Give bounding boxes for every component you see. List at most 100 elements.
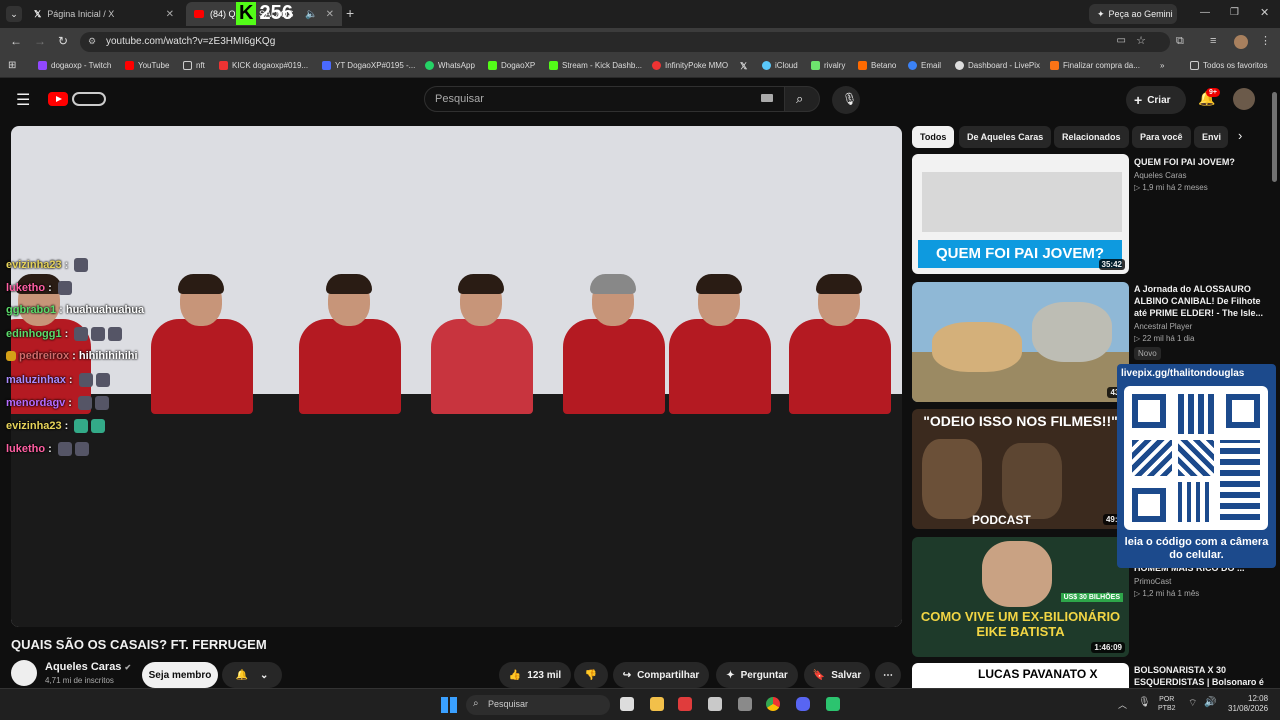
hamburger-menu-icon[interactable]: ☰: [16, 90, 30, 110]
sidebar-video-info[interactable]: A Jornada do ALOSSAURO ALBINO CANIBAL! D…: [1134, 283, 1264, 361]
chip-for-you[interactable]: Para você: [1132, 126, 1191, 148]
minimize-icon[interactable]: —: [1200, 7, 1210, 18]
keyboard-icon[interactable]: [761, 94, 773, 102]
reload-icon[interactable]: ↻: [58, 34, 68, 48]
bookmark-item[interactable]: InfinityPoke MMO: [652, 61, 728, 70]
profile-avatar[interactable]: [1234, 35, 1248, 49]
search-button[interactable]: ⌕: [784, 86, 820, 112]
chip-channel[interactable]: De Aqueles Caras: [959, 126, 1052, 148]
scrollbar-thumb[interactable]: [1272, 92, 1277, 182]
bookmark-item[interactable]: KICK dogaoxp#019...: [219, 61, 308, 70]
like-button[interactable]: 👍 123 mil: [499, 662, 571, 688]
taskbar-search[interactable]: ⌕ Pesquisar: [466, 695, 610, 715]
x-logo-icon: 𝕏: [34, 8, 42, 19]
bookmark-item[interactable]: dogaoxp - Twitch: [38, 61, 111, 70]
file-explorer-icon[interactable]: [650, 697, 664, 711]
chip-related[interactable]: Relacionados: [1054, 126, 1129, 148]
save-button[interactable]: 🔖 Salvar: [804, 662, 870, 688]
wifi-icon[interactable]: ⌔: [1188, 697, 1197, 710]
sidebar-video-thumbnail[interactable]: 43:: [912, 282, 1129, 402]
close-window-icon[interactable]: ✕: [1260, 6, 1269, 19]
search-input[interactable]: Pesquisar: [424, 86, 786, 112]
account-avatar[interactable]: [1233, 88, 1255, 110]
sidebar-video-info[interactable]: QUEM FOI PAI JOVEM? Aqueles Caras ▷ 1,9 …: [1134, 156, 1264, 192]
video-player[interactable]: [11, 126, 902, 627]
windows-start-icon[interactable]: [441, 697, 457, 713]
clock[interactable]: 12:08 31/08/2026: [1228, 694, 1268, 714]
task-view-icon[interactable]: [620, 697, 634, 711]
snipping-tool-icon[interactable]: [708, 697, 722, 711]
app-icon[interactable]: [678, 697, 692, 711]
bookmark-item[interactable]: Dashboard - LivePix: [955, 61, 1040, 70]
tab-list-button[interactable]: ⌄: [6, 6, 22, 22]
language-indicator[interactable]: POR PTB2: [1158, 695, 1176, 713]
forward-icon[interactable]: →: [34, 34, 46, 48]
sidebar-video-thumbnail[interactable]: QUEM FOI PAI JOVEM? 35:42: [912, 154, 1129, 274]
extensions-icon[interactable]: ⧉: [1176, 35, 1184, 48]
maximize-icon[interactable]: ❐: [1230, 7, 1239, 18]
bookmark-item[interactable]: Finalizar compra da...: [1050, 61, 1140, 70]
channel-name[interactable]: Aqueles Caras ✔: [45, 661, 131, 673]
all-favorites-folder[interactable]: Todos os favoritos: [1190, 61, 1267, 70]
kick-icon: [488, 61, 497, 70]
ask-button[interactable]: ✦ Perguntar: [716, 662, 798, 688]
twitch-icon: [38, 61, 47, 70]
doodle-logo-icon: [72, 92, 106, 106]
notifications-dropdown[interactable]: 🔔 ⌄: [222, 662, 282, 688]
emote-icon: [74, 258, 89, 272]
emote-icon: [74, 419, 89, 433]
chip-sent[interactable]: Envi: [1194, 126, 1228, 148]
bookmark-item[interactable]: Betano: [858, 61, 896, 70]
sidebar-video-thumbnail[interactable]: US$ 30 BILHÕES COMO VIVE UM EX-BILIONÁRI…: [912, 537, 1129, 657]
new-tab-button[interactable]: +: [346, 5, 354, 21]
bookmark-item[interactable]: YT DogaoXP#0195 -...: [322, 61, 415, 70]
gemini-button[interactable]: ✦ Peça ao Gemini: [1089, 4, 1177, 24]
mic-icon[interactable]: 🎙: [1138, 697, 1151, 708]
volume-icon[interactable]: 🔊: [1204, 697, 1216, 708]
share-button[interactable]: ↪ Compartilhar: [613, 662, 709, 688]
bookmark-folder[interactable]: nft: [183, 61, 205, 70]
sidebar-video-thumbnail[interactable]: LUCAS PAVANATO X: [912, 663, 1129, 688]
url-bar[interactable]: ⚙ youtube.com/watch?v=zE3HMI6gKQg ▭ ☆: [80, 32, 1170, 52]
dislike-button[interactable]: 👎: [574, 662, 608, 688]
apps-grid-icon[interactable]: ⊞: [8, 60, 16, 71]
tray-chevron-icon[interactable]: ︿: [1118, 698, 1127, 711]
create-button[interactable]: + Criar: [1126, 86, 1186, 114]
bookmark-item[interactable]: WhatsApp: [425, 61, 475, 70]
bookmark-item[interactable]: 𝕏: [740, 61, 747, 72]
channel-avatar[interactable]: [11, 660, 37, 686]
chrome-icon[interactable]: [766, 697, 780, 711]
close-tab-icon[interactable]: ✕: [166, 9, 174, 20]
bookmark-star-icon[interactable]: ☆: [1136, 34, 1146, 47]
cast-icon[interactable]: ▭: [1117, 35, 1126, 46]
app-icon[interactable]: [826, 697, 840, 711]
chat-message: pedreirox: hihihihihihi: [6, 350, 138, 362]
sidebar-video-thumbnail[interactable]: "ODEIO ISSO NOS FILMES!!" PODCAST 49:3: [912, 409, 1129, 529]
back-icon[interactable]: ←: [10, 34, 22, 48]
more-bookmarks-icon[interactable]: »: [1160, 61, 1164, 70]
bookmark-item[interactable]: DogaoXP: [488, 61, 535, 70]
site-info-icon[interactable]: ⚙: [88, 36, 96, 47]
chevron-right-icon[interactable]: ›: [1238, 128, 1242, 143]
kick-icon: [219, 61, 228, 70]
join-button[interactable]: Seja membro: [142, 662, 218, 688]
mute-tab-icon[interactable]: 🔈: [305, 9, 317, 20]
browser-menu-icon[interactable]: ⋮: [1260, 34, 1271, 47]
bookmark-item[interactable]: Email: [908, 61, 941, 70]
more-actions-button[interactable]: ⋯: [875, 662, 901, 688]
media-controls-icon[interactable]: ≡: [1210, 35, 1216, 47]
bookmark-item[interactable]: YouTube: [125, 61, 169, 70]
chat-message: menordagv:: [6, 396, 110, 410]
tab-x-home[interactable]: 𝕏 Página Inicial / X ✕: [26, 2, 182, 26]
sidebar-video-info[interactable]: BOLSONARISTA X 30 ESQUERDISTAS | Bolsona…: [1134, 664, 1264, 688]
discord-icon[interactable]: [796, 697, 810, 711]
close-tab-icon[interactable]: ✕: [326, 9, 334, 20]
youtube-logo[interactable]: [48, 92, 68, 106]
voice-search-button[interactable]: 🎙: [832, 86, 860, 114]
bookmark-item[interactable]: Stream - Kick Dashb...: [549, 61, 642, 70]
calculator-icon[interactable]: [738, 697, 752, 711]
betano-icon: [858, 61, 867, 70]
chip-todos[interactable]: Todos: [912, 126, 955, 148]
bookmark-item[interactable]: iCloud: [762, 61, 798, 70]
bookmark-item[interactable]: rivalry: [811, 61, 845, 70]
